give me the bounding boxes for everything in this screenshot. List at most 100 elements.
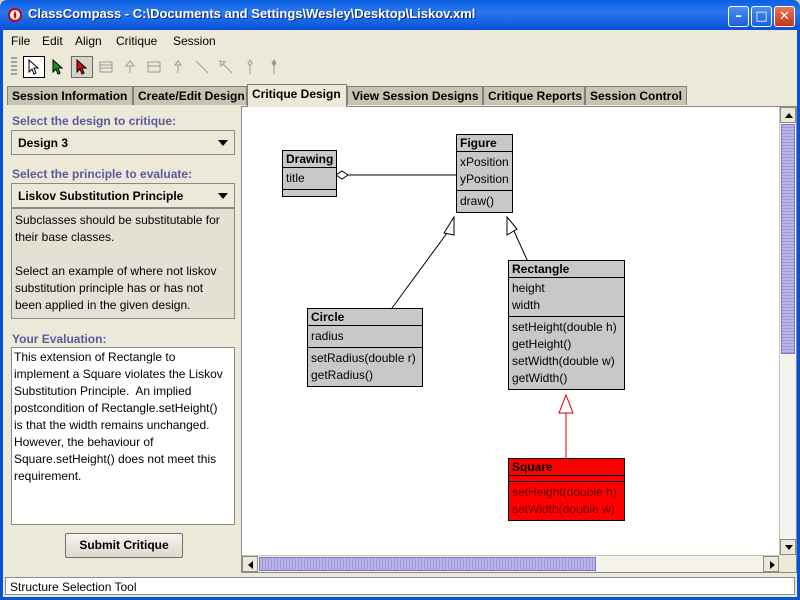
principle-select[interactable]: Liskov Substitution Principle (11, 183, 235, 208)
filled-composition-icon[interactable] (263, 56, 285, 78)
tab-bar: Session Information Create/Edit Design C… (0, 82, 800, 107)
tab-critique-design[interactable]: Critique Design (247, 84, 347, 107)
tab-session-information[interactable]: Session Information (7, 86, 133, 105)
rectangle-inheritance-line[interactable] (513, 230, 529, 263)
red-pointer-icon[interactable] (71, 56, 93, 78)
title-bar: ClassCompass - C:\Documents and Settings… (0, 0, 800, 30)
menu-align[interactable]: Align (75, 34, 102, 48)
class-name: Circle (308, 309, 422, 326)
class-methods (283, 190, 336, 196)
method: setHeight(double h) (512, 485, 617, 499)
class-name: Figure (457, 135, 512, 152)
uml-class-circle[interactable]: Circle radius setRadius(double r) getRad… (307, 308, 423, 387)
principle-select-label: Select the principle to evaluate: (12, 167, 193, 181)
evaluation-label: Your Evaluation: (12, 332, 107, 346)
class-name: Drawing (283, 151, 336, 168)
horizontal-scrollbar[interactable] (242, 555, 779, 572)
dependency-icon[interactable] (191, 56, 213, 78)
method: getRadius() (311, 368, 374, 382)
method: draw() (460, 194, 495, 208)
evaluation-textarea[interactable]: This extension of Rectangle to implement… (11, 347, 235, 525)
arrow-left-icon (248, 561, 253, 569)
aggregation-diamond (335, 170, 349, 180)
green-pointer-icon[interactable] (47, 56, 69, 78)
uml-class-rectangle[interactable]: Rectangle height width setHeight(double … (508, 260, 625, 390)
toolbar-grip[interactable] (11, 57, 17, 77)
menu-session[interactable]: Session (173, 34, 216, 48)
tab-view-session-designs[interactable]: View Session Designs (347, 86, 483, 105)
class-methods: setRadius(double r) getRadius() (308, 348, 422, 386)
attribute: height (512, 281, 545, 295)
minimize-button[interactable]: – (728, 6, 749, 27)
maximize-button[interactable]: □ (751, 6, 772, 27)
class-methods: draw() (457, 191, 512, 212)
pointer-icon[interactable] (23, 56, 45, 78)
principle-description: Subclasses should be substitutable for t… (11, 208, 235, 319)
aggregation-icon[interactable] (215, 56, 237, 78)
uml-class-drawing[interactable]: Drawing title (282, 150, 337, 197)
tab-session-control[interactable]: Session Control (585, 86, 687, 105)
menu-critique[interactable]: Critique (116, 34, 157, 48)
circle-inheritance-line[interactable] (391, 228, 451, 309)
class-name: Square (509, 459, 624, 476)
method: getWidth() (512, 371, 568, 385)
scroll-right-button[interactable] (763, 556, 779, 572)
attribute: width (512, 298, 541, 312)
class-methods: setHeight(double h) setWidth(double w) (509, 482, 624, 520)
diagram-scroll-pane: Drawing title Figure xPosition yPosition… (241, 106, 797, 573)
class-attributes: radius (308, 326, 422, 348)
method: setHeight(double h) (512, 320, 617, 334)
vertical-scroll-thumb[interactable] (781, 124, 795, 354)
uml-class-square-highlighted[interactable]: Square setHeight(double h) setWidth(doub… (508, 458, 625, 521)
method: setRadius(double r) (311, 351, 416, 365)
horizontal-scroll-thumb[interactable] (259, 557, 596, 571)
class-attributes: title (283, 168, 336, 190)
arrow-right-icon (770, 561, 775, 569)
class-methods: setHeight(double h) getHeight() setWidth… (509, 317, 624, 389)
menu-bar: File Edit Align Critique Session (0, 30, 800, 52)
rectangle-inheritance-arrow (506, 215, 518, 236)
chevron-down-icon (218, 140, 228, 146)
composition-icon[interactable] (239, 56, 261, 78)
scroll-down-button[interactable] (780, 539, 796, 555)
diagram-canvas[interactable]: Drawing title Figure xPosition yPosition… (242, 107, 779, 555)
class-name: Rectangle (509, 261, 624, 278)
menu-edit[interactable]: Edit (42, 34, 63, 48)
window-title: ClassCompass - C:\Documents and Settings… (28, 6, 476, 21)
scroll-up-button[interactable] (780, 107, 796, 123)
menu-file[interactable]: File (11, 34, 30, 48)
status-field: Structure Selection Tool (5, 577, 795, 595)
uml-class-figure[interactable]: Figure xPosition yPosition draw() (456, 134, 513, 213)
tab-critique-reports[interactable]: Critique Reports (483, 86, 585, 105)
vertical-scrollbar[interactable] (779, 107, 796, 555)
attribute: xPosition (460, 155, 509, 169)
class-attributes: xPosition yPosition (457, 152, 512, 191)
arrow-up-icon (785, 113, 793, 118)
submit-critique-button[interactable]: Submit Critique (65, 533, 183, 558)
inheritance-icon[interactable] (119, 56, 141, 78)
attribute: yPosition (460, 172, 509, 186)
arrow-down-icon (785, 545, 793, 550)
square-inheritance-arrow (558, 393, 574, 414)
class-attributes: height width (509, 278, 624, 317)
attribute: radius (311, 329, 344, 343)
scroll-corner (779, 555, 796, 572)
chevron-down-icon (218, 193, 228, 199)
design-select[interactable]: Design 3 (11, 130, 235, 155)
method: getHeight() (512, 337, 572, 351)
status-bar: Structure Selection Tool (0, 576, 800, 600)
interface-icon[interactable] (143, 56, 165, 78)
tab-create-edit-design[interactable]: Create/Edit Design (133, 86, 247, 105)
association-icon[interactable] (167, 56, 189, 78)
design-select-label: Select the design to critique: (12, 114, 177, 128)
scroll-left-button[interactable] (242, 556, 258, 572)
method: setWidth(double w) (512, 502, 615, 516)
class-icon[interactable] (95, 56, 117, 78)
toolbar (0, 52, 800, 82)
attribute: title (286, 171, 305, 185)
design-select-value: Design 3 (18, 136, 69, 150)
app-icon (7, 7, 23, 23)
principle-select-value: Liskov Substitution Principle (18, 189, 184, 203)
status-text: Structure Selection Tool (10, 580, 137, 594)
close-button[interactable]: ✕ (774, 6, 795, 27)
